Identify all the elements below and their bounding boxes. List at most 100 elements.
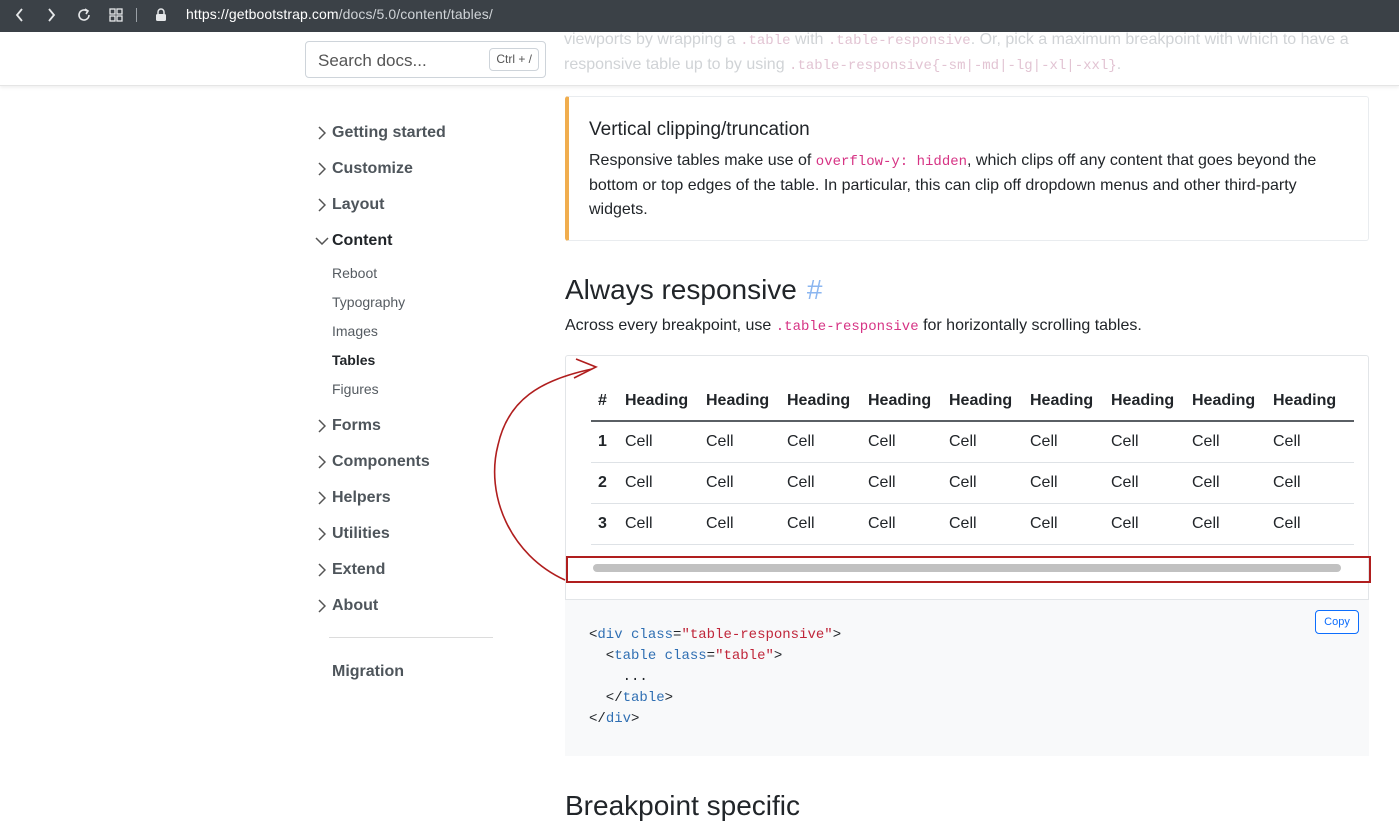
table-cell: Cell xyxy=(1192,503,1273,545)
sidebar-item-label: About xyxy=(332,597,379,614)
table-header-cell: Heading xyxy=(787,381,868,422)
search-input[interactable]: Search docs... Ctrl + / xyxy=(305,41,546,78)
sidebar-item-label: Customize xyxy=(332,160,413,177)
table-header-cell: Heading xyxy=(706,381,787,422)
chevron-down-icon xyxy=(312,231,332,251)
table-cell: Cell xyxy=(625,503,706,545)
warning-callout: Vertical clipping/truncation Responsive … xyxy=(565,96,1369,241)
heading-anchor-link[interactable]: # xyxy=(807,274,823,305)
sidebar-item-components[interactable]: Components xyxy=(312,450,430,474)
code-ellipsis: ... xyxy=(622,669,648,685)
page-header: viewports by wrapping a .table with .tab… xyxy=(0,31,1399,86)
faded-paragraph: viewports by wrapping a .table with .tab… xyxy=(564,31,1349,74)
callout-text: Responsive tables make use of overflow-y… xyxy=(589,152,1317,218)
sidebar-item-label: Migration xyxy=(332,663,404,680)
table-cell: Cell xyxy=(1111,421,1192,463)
chevron-right-icon xyxy=(312,488,332,508)
forward-icon[interactable] xyxy=(40,4,62,26)
code-block: <div class="table-responsive"> <table cl… xyxy=(589,627,842,727)
table-cell: Cell xyxy=(1111,462,1192,504)
table-header-cell: Heading xyxy=(868,381,949,422)
table-cell: Cell xyxy=(1192,421,1273,463)
sidebar-item-label: Utilities xyxy=(332,525,390,542)
table-cell: Cell xyxy=(949,421,1030,463)
chevron-right-icon xyxy=(312,159,332,179)
section-heading: Always responsive # xyxy=(565,274,823,305)
table-cell: Cell xyxy=(1273,462,1354,504)
sidebar-item-layout[interactable]: Layout xyxy=(312,193,384,217)
sidebar-item-helpers[interactable]: Helpers xyxy=(312,486,391,510)
code-snippet: Copy <div class="table-responsive"> <tab… xyxy=(565,600,1369,756)
chevron-right-icon xyxy=(312,416,332,436)
search-placeholder: Search docs... xyxy=(318,51,427,70)
chevron-right-icon xyxy=(312,596,332,616)
data-table: # Heading Heading Heading Heading Headin… xyxy=(591,381,1354,545)
table-cell: Cell xyxy=(706,462,787,504)
table-header-cell: Heading xyxy=(625,381,706,422)
table-header-cell: Heading xyxy=(949,381,1030,422)
table-header-cell: Heading xyxy=(1111,381,1192,422)
table-header-cell: Heading xyxy=(1273,381,1354,422)
sidebar-subitem-images[interactable]: Images xyxy=(332,323,378,339)
table-cell: Cell xyxy=(1111,503,1192,545)
inline-code: overflow-y: hidden xyxy=(815,154,968,170)
grid-icon[interactable] xyxy=(105,4,127,26)
sidebar-item-extend[interactable]: Extend xyxy=(312,558,385,582)
chevron-right-icon xyxy=(312,452,332,472)
table-cell: Cell xyxy=(949,462,1030,504)
table-row: 2 Cell Cell Cell Cell Cell Cell Cell Cel… xyxy=(591,462,1354,504)
address-bar[interactable]: https://getbootstrap.com/docs/5.0/conten… xyxy=(186,6,493,22)
inline-code: .table-responsive xyxy=(775,319,919,335)
chevron-right-icon xyxy=(312,123,332,143)
table-header-cell: Heading xyxy=(1030,381,1111,422)
table-cell: Cell xyxy=(787,462,868,504)
table-cell: Cell xyxy=(1273,421,1354,463)
sidebar-item-label: Layout xyxy=(332,196,385,213)
sidebar-item-label: Content xyxy=(332,232,393,249)
sidebar-subitem-reboot[interactable]: Reboot xyxy=(332,265,377,281)
table-cell: Cell xyxy=(1273,503,1354,545)
table-header-cell: Heading xyxy=(1192,381,1273,422)
reload-icon[interactable] xyxy=(73,4,95,26)
section-lead: Across every breakpoint, use .table-resp… xyxy=(565,317,1142,335)
chevron-right-icon xyxy=(312,560,332,580)
table-cell: Cell xyxy=(625,421,706,463)
sidebar-item-utilities[interactable]: Utilities xyxy=(312,522,390,546)
sidebar-item-forms[interactable]: Forms xyxy=(312,414,381,438)
sidebar-item-getting-started[interactable]: Getting started xyxy=(312,121,446,145)
table-cell: Cell xyxy=(1192,462,1273,504)
table-cell: Cell xyxy=(706,421,787,463)
sidebar-divider xyxy=(329,637,493,638)
sidebar-item-about[interactable]: About xyxy=(312,594,378,618)
sidebar-subitem-typography[interactable]: Typography xyxy=(332,294,405,310)
search-shortcut-badge: Ctrl + / xyxy=(489,48,539,71)
sidebar-subitem-tables[interactable]: Tables xyxy=(332,352,375,368)
annotation-highlight-box xyxy=(566,556,1371,583)
table-cell: Cell xyxy=(1030,462,1111,504)
sidebar-item-customize[interactable]: Customize xyxy=(312,157,413,181)
table-cell: Cell xyxy=(949,503,1030,545)
table-cell: Cell xyxy=(625,462,706,504)
chevron-right-icon xyxy=(312,195,332,215)
toolbar-separator xyxy=(136,8,137,22)
back-icon[interactable] xyxy=(9,4,31,26)
table-header-row: # Heading Heading Heading Heading Headin… xyxy=(591,381,1354,422)
sidebar-item-label: Extend xyxy=(332,561,386,578)
table-cell: Cell xyxy=(868,421,949,463)
table-cell: Cell xyxy=(706,503,787,545)
table-row: 1 Cell Cell Cell Cell Cell Cell Cell Cel… xyxy=(591,421,1354,463)
copy-button[interactable]: Copy xyxy=(1315,610,1359,634)
sidebar-item-label: Forms xyxy=(332,417,381,434)
table-cell: Cell xyxy=(787,421,868,463)
sidebar-item-label: Components xyxy=(332,453,430,470)
annotation-arrow-icon xyxy=(493,358,598,581)
chevron-right-icon xyxy=(312,524,332,544)
lock-icon xyxy=(150,4,172,26)
table-cell: Cell xyxy=(868,503,949,545)
sidebar-subitem-figures[interactable]: Figures xyxy=(332,381,379,397)
next-section-heading: Breakpoint specific xyxy=(565,790,801,821)
table-cell: Cell xyxy=(1030,503,1111,545)
sidebar-item-content[interactable]: Content xyxy=(312,229,392,253)
table-cell: Cell xyxy=(1030,421,1111,463)
sidebar-item-migration[interactable]: Migration xyxy=(332,660,404,684)
